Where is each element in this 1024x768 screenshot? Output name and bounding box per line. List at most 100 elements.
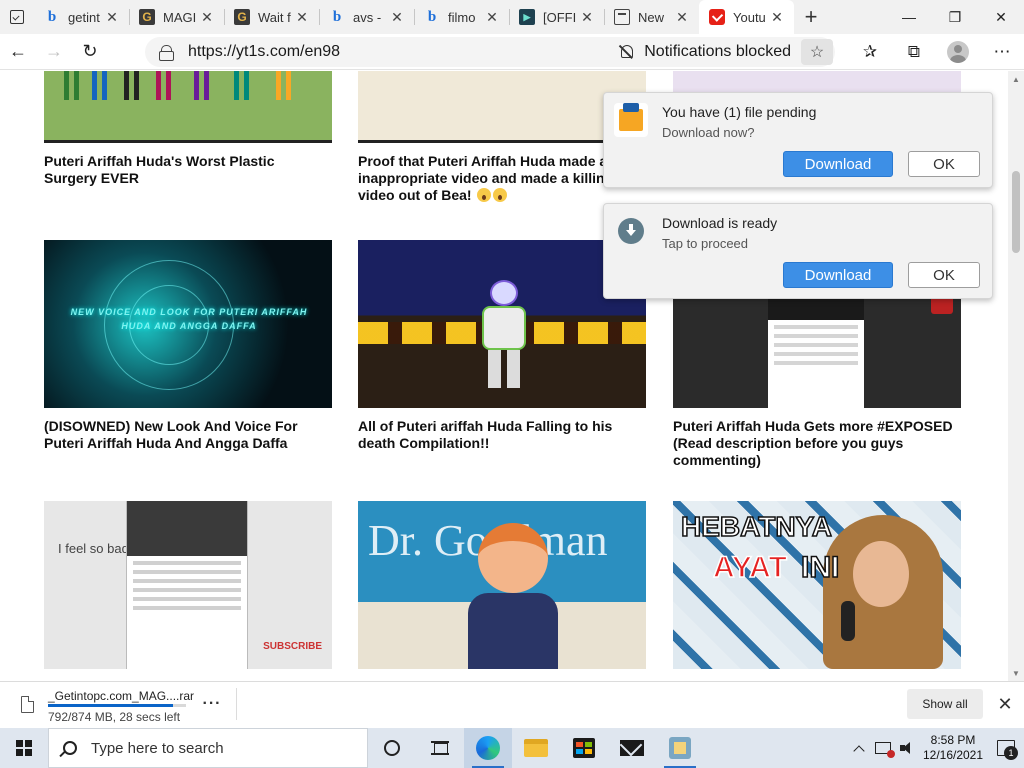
workspaces-button[interactable] [0, 0, 34, 34]
restore-icon: ❐ [948, 8, 962, 25]
close-icon[interactable]: ✕ [673, 9, 691, 26]
task-view-button[interactable] [416, 728, 464, 768]
speaker-icon [900, 742, 914, 754]
tab-strip: b getint ✕ G MAGI ✕ G Wait f ✕ b avs - ✕… [0, 0, 1024, 34]
tab-title: getint [68, 9, 100, 25]
url-text[interactable]: https://yt1s.com/en98 [188, 43, 618, 61]
tab-actions-icon [10, 10, 24, 24]
chevron-up-icon [853, 744, 865, 757]
close-icon[interactable]: ✕ [578, 9, 596, 26]
store-button[interactable] [560, 728, 608, 768]
video-title[interactable]: Puteri Ariffah Huda Gets more #EXPOSED (… [673, 418, 961, 469]
tab-4[interactable]: b avs - ✕ [319, 0, 414, 34]
add-favorite-button[interactable]: ☆ [801, 39, 833, 65]
edge-taskbar-button[interactable] [464, 728, 512, 768]
clock[interactable]: 8:58 PM 12/16/2021 [918, 733, 988, 763]
notifications-blocked[interactable]: Notifications blocked [618, 43, 791, 61]
close-download-bar-button[interactable]: ✕ [992, 691, 1018, 717]
cortana-icon [384, 740, 400, 756]
video-card[interactable]: Puteri Ariffah Huda's Worst Plastic Surg… [44, 71, 332, 187]
tab-2[interactable]: G MAGI ✕ [129, 0, 224, 34]
ok-button[interactable]: OK [908, 151, 980, 177]
ok-button[interactable]: OK [908, 262, 980, 288]
scrollbar-thumb[interactable] [1012, 171, 1020, 253]
thumbnail-overlay-text: NEW VOICE AND LOOK FOR PUTERI ARIFFAH HU… [70, 307, 308, 331]
tab-6[interactable]: ▶ [OFFI ✕ [509, 0, 604, 34]
favorites-icon: ✰ [862, 42, 878, 61]
close-icon[interactable]: ✕ [768, 9, 786, 26]
new-tab-button[interactable]: + [794, 0, 828, 34]
download-filename[interactable]: _Getintopc.com_MAG....rar [48, 689, 194, 703]
start-button[interactable] [0, 728, 48, 768]
tab-7[interactable]: New ✕ [604, 0, 699, 34]
thumbnail-overlay-text: HEBATNYA [680, 510, 832, 543]
popup-title: Download is ready [662, 215, 778, 231]
refresh-button[interactable]: ↻ [72, 34, 108, 70]
tab-3[interactable]: G Wait f ✕ [224, 0, 319, 34]
video-thumbnail[interactable]: NEW VOICE AND LOOK FOR PUTERI ARIFFAH HU… [44, 240, 332, 408]
video-thumbnail[interactable]: HEBATNYA AYAT INI [673, 501, 961, 669]
download-more-button[interactable]: ··· [198, 690, 226, 718]
close-window-button[interactable]: ✕ [978, 0, 1024, 34]
download-icon [618, 218, 644, 244]
video-title[interactable]: Puteri Ariffah Huda's Worst Plastic Surg… [44, 153, 332, 187]
more-icon: ··· [202, 695, 222, 712]
popup-image [614, 103, 648, 137]
thumbnail-overlay-text: INI [800, 550, 840, 585]
video-card[interactable]: Dr. Goodman [358, 501, 646, 679]
mail-button[interactable] [608, 728, 656, 768]
scroll-up-icon[interactable]: ▲ [1008, 71, 1024, 87]
thumbnail-overlay-text: I feel so bad [58, 541, 129, 556]
minimize-button[interactable]: — [886, 0, 932, 34]
file-pending-popup: You have (1) file pending Download now? … [603, 92, 993, 188]
address-bar[interactable]: https://yt1s.com/en98 Notifications bloc… [145, 37, 835, 67]
bing-icon: b [427, 8, 437, 25]
close-icon[interactable]: ✕ [198, 9, 216, 26]
astonished-emoji-icon [477, 188, 492, 202]
lock-icon [159, 45, 174, 61]
show-all-button[interactable]: Show all [907, 689, 983, 719]
collections-button[interactable]: ⧉ [892, 34, 936, 70]
network-button[interactable] [870, 728, 896, 768]
maximize-button[interactable]: ❐ [932, 0, 978, 34]
tab-5[interactable]: b filmo ✕ [414, 0, 509, 34]
package-icon [619, 103, 643, 131]
taskbar-search[interactable]: Type here to search [48, 728, 368, 768]
notifications-label: Notifications blocked [644, 43, 791, 60]
favorites-button[interactable]: ✰ [848, 34, 892, 70]
video-title[interactable]: All of Puteri ariffah Huda Falling to hi… [358, 418, 646, 452]
newtab-icon [614, 9, 630, 25]
file-explorer-button[interactable] [512, 728, 560, 768]
close-icon[interactable]: ✕ [103, 9, 121, 26]
video-thumbnail[interactable]: Dr. Goodman [358, 501, 646, 669]
video-title[interactable]: (DISOWNED) New Look And Voice For Puteri… [44, 418, 332, 452]
show-hidden-icons-button[interactable] [848, 728, 870, 768]
more-icon: ⋯ [993, 42, 1011, 61]
avatar [947, 41, 969, 63]
close-icon[interactable]: ✕ [388, 9, 406, 26]
tab-8-active[interactable]: Youtu ✕ [699, 0, 794, 34]
app-taskbar-button[interactable] [656, 728, 704, 768]
settings-more-button[interactable]: ⋯ [980, 34, 1024, 70]
plus-icon: + [804, 4, 818, 29]
video-thumbnail[interactable]: I feel so bad SUBSCRIBE [44, 501, 332, 669]
bing-icon: b [47, 8, 57, 25]
scroll-down-icon[interactable]: ▼ [1008, 665, 1024, 681]
download-button[interactable]: Download [783, 151, 893, 177]
video-card[interactable]: HEBATNYA AYAT INI [673, 501, 961, 679]
video-thumbnail[interactable] [44, 71, 332, 143]
back-button[interactable]: ← [0, 34, 36, 70]
close-icon[interactable]: ✕ [293, 9, 311, 26]
vertical-scrollbar[interactable]: ▲ ▼ [1008, 71, 1024, 681]
cortana-button[interactable] [368, 728, 416, 768]
volume-button[interactable] [896, 728, 918, 768]
tab-1[interactable]: b getint ✕ [34, 0, 129, 34]
forward-button[interactable]: → [36, 34, 72, 70]
minimize-icon: — [902, 9, 916, 25]
close-icon[interactable]: ✕ [483, 9, 501, 26]
video-card[interactable]: NEW VOICE AND LOOK FOR PUTERI ARIFFAH HU… [44, 240, 332, 452]
action-center-button[interactable]: 1 [988, 728, 1024, 768]
video-card[interactable]: I feel so bad SUBSCRIBE [44, 501, 332, 679]
download-button[interactable]: Download [783, 262, 893, 288]
profile-button[interactable] [936, 34, 980, 70]
